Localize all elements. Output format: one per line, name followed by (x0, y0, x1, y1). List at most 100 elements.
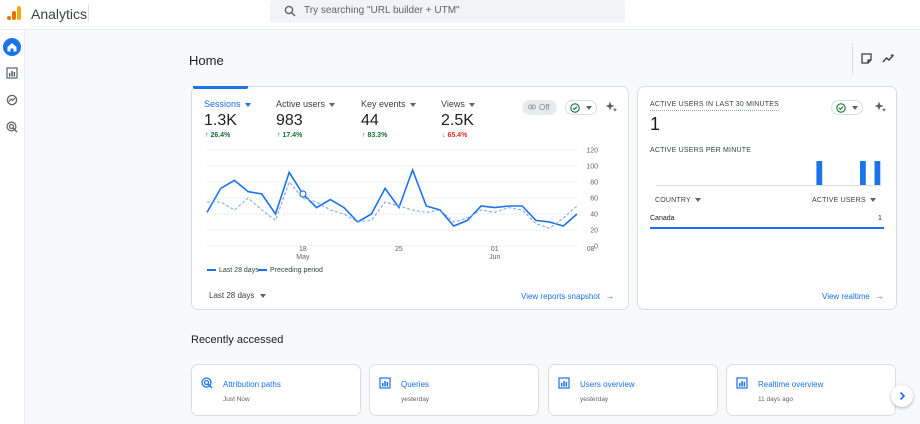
metric-tab-sessions[interactable]: Sessions (204, 99, 251, 109)
y-tick-label: 0 (594, 244, 598, 251)
chevron-down-icon (260, 293, 267, 298)
compare-icon (528, 104, 536, 110)
view-realtime-link[interactable]: View realtime → (822, 291, 884, 301)
selected-tab-indicator (193, 86, 248, 89)
view-reports-snapshot-link[interactable]: View reports snapshot → (521, 291, 614, 301)
active-users-column-header[interactable]: ACTIVE USERS (812, 197, 876, 204)
home-icon (7, 43, 17, 52)
chevron-down-icon (869, 198, 876, 203)
metric-change-active-users: ↑ 17.4% (277, 132, 303, 139)
metric-tab-key-events[interactable]: Key events (361, 99, 416, 109)
sparkle-insights-icon[interactable] (874, 100, 887, 113)
metric-change-views: ↓ 65.4% (442, 132, 468, 139)
header-divider (852, 43, 853, 75)
recently-accessed-title: Recently accessed (191, 334, 284, 346)
sparkle-insights-icon[interactable] (605, 100, 618, 113)
left-nav (0, 30, 25, 424)
insights-trend-icon[interactable] (882, 52, 895, 65)
arrow-up-icon: ↑ (277, 132, 281, 139)
table-row-country: Canada (650, 215, 675, 222)
x-tick-label: 18 (299, 246, 307, 253)
page-title: Home (189, 53, 224, 68)
bar-chart-icon (6, 67, 18, 79)
x-tick-label: 08 (587, 246, 595, 253)
y-tick-label: 80 (590, 180, 598, 187)
series-line-previous[interactable] (207, 180, 578, 230)
search-input[interactable]: Try searching "URL builder + UTM" (304, 5, 460, 16)
y-tick-label: 100 (586, 164, 598, 171)
chevron-down-icon (694, 198, 701, 203)
metric-change-key-events: ↑ 83.3% (362, 132, 388, 139)
x-tick-label: 25 (395, 246, 403, 253)
note-icon[interactable] (860, 52, 873, 65)
per-minute-bar[interactable] (874, 161, 881, 186)
explore-icon (6, 94, 18, 106)
y-tick-label: 60 (590, 196, 598, 203)
nav-reports[interactable] (3, 64, 21, 82)
compare-toggle-chip[interactable]: Off (522, 100, 557, 115)
realtime-header[interactable]: ACTIVE USERS IN LAST 30 MINUTES (650, 101, 779, 111)
metric-value-sessions: 1.3K (204, 112, 237, 129)
legend-previous: Preceding period (258, 267, 323, 274)
arrow-right-icon: → (874, 291, 884, 301)
report-icon (379, 377, 391, 389)
recent-item-queries[interactable]: Queries yesterday (369, 364, 539, 416)
chevron-down-icon (468, 102, 475, 107)
y-tick-label: 20 (590, 228, 598, 235)
realtime-active-count: 1 (650, 114, 661, 134)
data-quality-chip[interactable] (565, 100, 597, 115)
check-circle-icon (836, 103, 846, 113)
arrow-up-icon: ↑ (205, 132, 209, 139)
metric-tab-active-users[interactable]: Active users (276, 99, 336, 109)
chevron-down-icon (409, 102, 416, 107)
chevron-down-icon (586, 106, 592, 110)
nav-advertising[interactable] (3, 118, 21, 136)
search-icon[interactable] (284, 5, 296, 17)
legend-dashed-swatch (258, 269, 267, 272)
metric-value-views: 2.5K (441, 112, 474, 129)
x-tick-label: 01 (491, 246, 499, 253)
date-range-selector[interactable]: Last 28 days (209, 291, 267, 300)
y-tick-label: 120 (586, 148, 598, 155)
legend-current: Last 28 days (207, 267, 259, 274)
target-icon (6, 121, 18, 133)
country-column-header[interactable]: COUNTRY (655, 197, 701, 204)
report-icon (558, 377, 570, 389)
carousel-next-button[interactable] (891, 385, 913, 407)
highlight-point[interactable] (299, 190, 307, 198)
y-tick-label: 40 (590, 212, 598, 219)
row-bar (650, 227, 884, 229)
per-minute-bar[interactable] (860, 161, 866, 186)
recent-item-realtime-overview[interactable]: Realtime overview 11 days ago (726, 364, 896, 416)
chevron-down-icon (852, 106, 858, 110)
arrow-up-icon: ↑ (362, 132, 366, 139)
legend-solid-swatch (207, 269, 216, 272)
per-minute-label: ACTIVE USERS PER MINUTE (650, 147, 752, 154)
nav-home[interactable] (3, 38, 21, 56)
table-row-users: 1 (878, 215, 882, 222)
report-icon (736, 377, 748, 389)
x-tick-label: Jun (489, 254, 500, 261)
chevron-right-icon (899, 391, 906, 401)
per-minute-bar[interactable] (816, 161, 823, 186)
x-tick-label: May (296, 254, 310, 261)
check-circle-icon (570, 103, 580, 113)
topbar-divider (88, 4, 89, 22)
per-minute-bar-chart[interactable] (656, 158, 881, 186)
analytics-logo-icon[interactable] (6, 5, 22, 21)
series-line-current[interactable] (206, 167, 578, 227)
metric-tab-views[interactable]: Views (441, 99, 475, 109)
chevron-down-icon (244, 102, 251, 107)
sessions-line-chart[interactable]: 0 20 40 60 80 100 120 18May 25 01Jun 08 (200, 143, 605, 263)
metric-value-active-users: 983 (276, 112, 303, 129)
metric-value-key-events: 44 (361, 112, 379, 129)
nav-explore[interactable] (3, 91, 21, 109)
arrow-down-icon: ↓ (442, 132, 446, 139)
chevron-down-icon (329, 102, 336, 107)
app-title[interactable]: Analytics (31, 6, 87, 22)
metric-change-sessions: ↑ 26.4% (205, 132, 231, 139)
arrow-right-icon: → (605, 291, 615, 301)
recent-item-attribution-paths[interactable]: Attribution paths Just Now (191, 364, 361, 416)
recent-item-users-overview[interactable]: Users overview yesterday (548, 364, 718, 416)
realtime-quality-chip[interactable] (831, 100, 863, 115)
